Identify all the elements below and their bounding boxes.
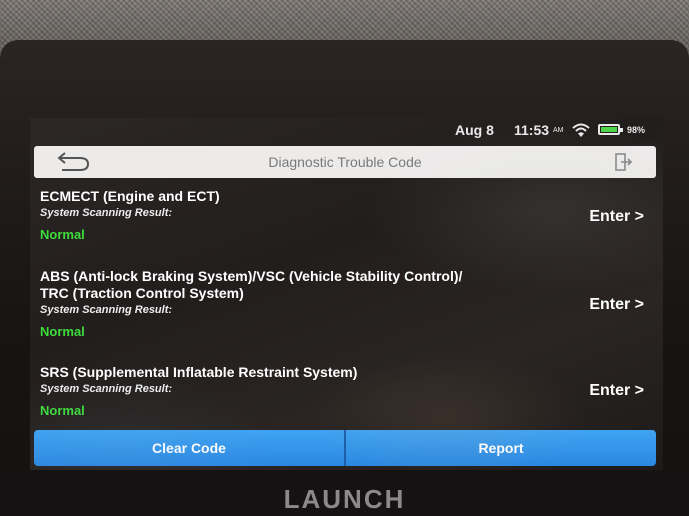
system-item-abs-vsc-trc: ABS (Anti-lock Braking System)/VSC (Vehi… (40, 268, 644, 339)
system-name: SRS (Supplemental Inflatable Restraint S… (40, 364, 358, 380)
system-name: ECMECT (Engine and ECT) (40, 188, 220, 204)
enter-button-srs[interactable]: Enter > (589, 382, 644, 400)
battery-icon (598, 124, 623, 135)
exit-icon[interactable] (612, 152, 634, 172)
system-result-status: Normal (40, 324, 85, 339)
system-name: ABS (Anti-lock Braking System)/VSC (Vehi… (40, 268, 463, 284)
system-result-status: Normal (40, 227, 85, 242)
status-time: 11:53 (514, 122, 550, 138)
page-title: Diagnostic Trouble Code (268, 154, 422, 170)
system-name-line-2: TRC (Traction Control System) (40, 285, 244, 301)
device-screen: Aug 8 11:53 AM 98% Diagnostic Trouble Co… (30, 118, 663, 470)
system-item-ecmect: ECMECT (Engine and ECT) System Scanning … (40, 188, 644, 242)
title-bar: Diagnostic Trouble Code (34, 146, 656, 178)
enter-button-abs[interactable]: Enter > (589, 296, 644, 314)
system-result-label: System Scanning Result: (40, 207, 173, 219)
enter-button-ecmect[interactable]: Enter > (589, 208, 644, 226)
clear-code-button[interactable]: Clear Code (34, 430, 344, 466)
system-item-srs: SRS (Supplemental Inflatable Restraint S… (40, 364, 644, 418)
system-result-status: Normal (40, 403, 85, 418)
device-brand-logo: LAUNCH (283, 484, 406, 514)
system-result-label: System Scanning Result: (40, 304, 173, 316)
battery-fill (601, 127, 617, 132)
report-button[interactable]: Report (346, 430, 656, 466)
system-result-label: System Scanning Result: (40, 383, 173, 395)
wifi-icon (572, 123, 590, 137)
status-ampm: AM (553, 127, 564, 134)
battery-percent: 98% (627, 125, 646, 135)
status-date: Aug 8 (455, 122, 494, 138)
bottom-action-bar: Clear Code Report (34, 430, 656, 466)
status-bar: Aug 8 11:53 AM 98% (30, 118, 663, 142)
